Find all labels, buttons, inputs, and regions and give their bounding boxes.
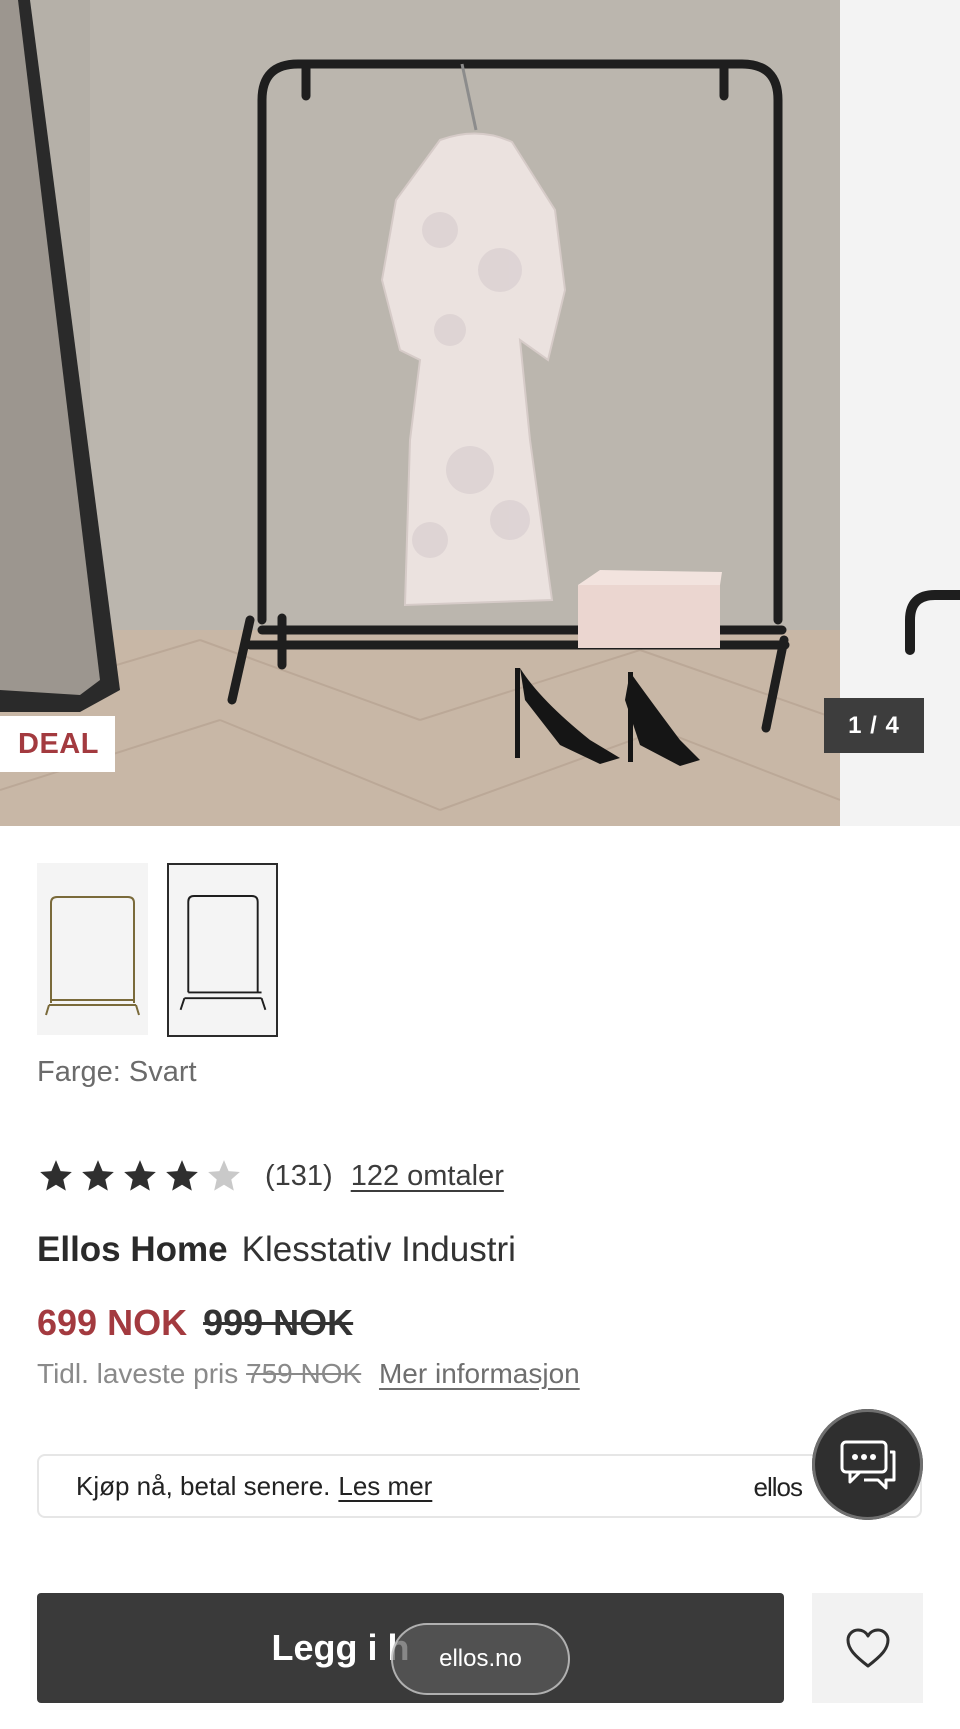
bnpl-read-more-link[interactable]: Les mer (338, 1471, 432, 1502)
thumbnail-black-selected[interactable] (167, 863, 278, 1037)
star-icon (40, 1160, 72, 1191)
add-to-cart-label: Legg i h (271, 1627, 410, 1668)
buy-now-pay-later-banner: Kjøp nå, betal senere. Les mer ellos (37, 1454, 922, 1518)
product-gallery[interactable]: DEAL 1 / 4 (0, 0, 960, 826)
browser-url-pill[interactable]: ellos.no (391, 1623, 570, 1695)
product-name: Klesstativ Industri (241, 1230, 516, 1269)
previous-lowest-price: 759 NOK (246, 1358, 362, 1389)
product-title: Ellos Home Klesstativ Industri (37, 1230, 516, 1270)
heart-icon (846, 1628, 889, 1668)
favorite-button[interactable] (812, 1593, 923, 1703)
bnpl-text: Kjøp nå, betal senere. (76, 1470, 331, 1501)
chat-button[interactable] (812, 1409, 923, 1520)
star-rating (37, 1157, 243, 1195)
reviews-link[interactable]: 122 omtaler (351, 1160, 504, 1193)
previous-lowest-label: Tidl. laveste pris (37, 1358, 239, 1389)
more-info-link[interactable]: Mer informasjon (379, 1358, 580, 1389)
ellos-logo: ellos (753, 1472, 803, 1502)
previous-lowest-price-row: Tidl. laveste pris 759 NOK Mer informasj… (37, 1358, 580, 1390)
rating-row: (131) 122 omtaler (37, 1152, 737, 1200)
original-price: 999 NOK (203, 1302, 354, 1343)
rating-count: (131) (265, 1159, 333, 1192)
star-icon (124, 1160, 156, 1191)
star-icon-empty (208, 1160, 240, 1191)
star-icon (82, 1160, 114, 1191)
current-price: 699 NOK (37, 1302, 188, 1343)
chat-icon (840, 1440, 895, 1489)
brand-name[interactable]: Ellos Home (37, 1230, 228, 1269)
thumbnail-list (37, 863, 437, 1037)
color-label: Farge: Svart (37, 1056, 197, 1088)
image-counter: 1 / 4 (824, 698, 924, 753)
price-row: 699 NOK 999 NOK (37, 1302, 353, 1344)
product-image-main[interactable] (0, 0, 840, 826)
deal-badge: DEAL (0, 716, 115, 772)
star-icon (166, 1160, 198, 1191)
thumbnail-gold[interactable] (37, 863, 148, 1035)
